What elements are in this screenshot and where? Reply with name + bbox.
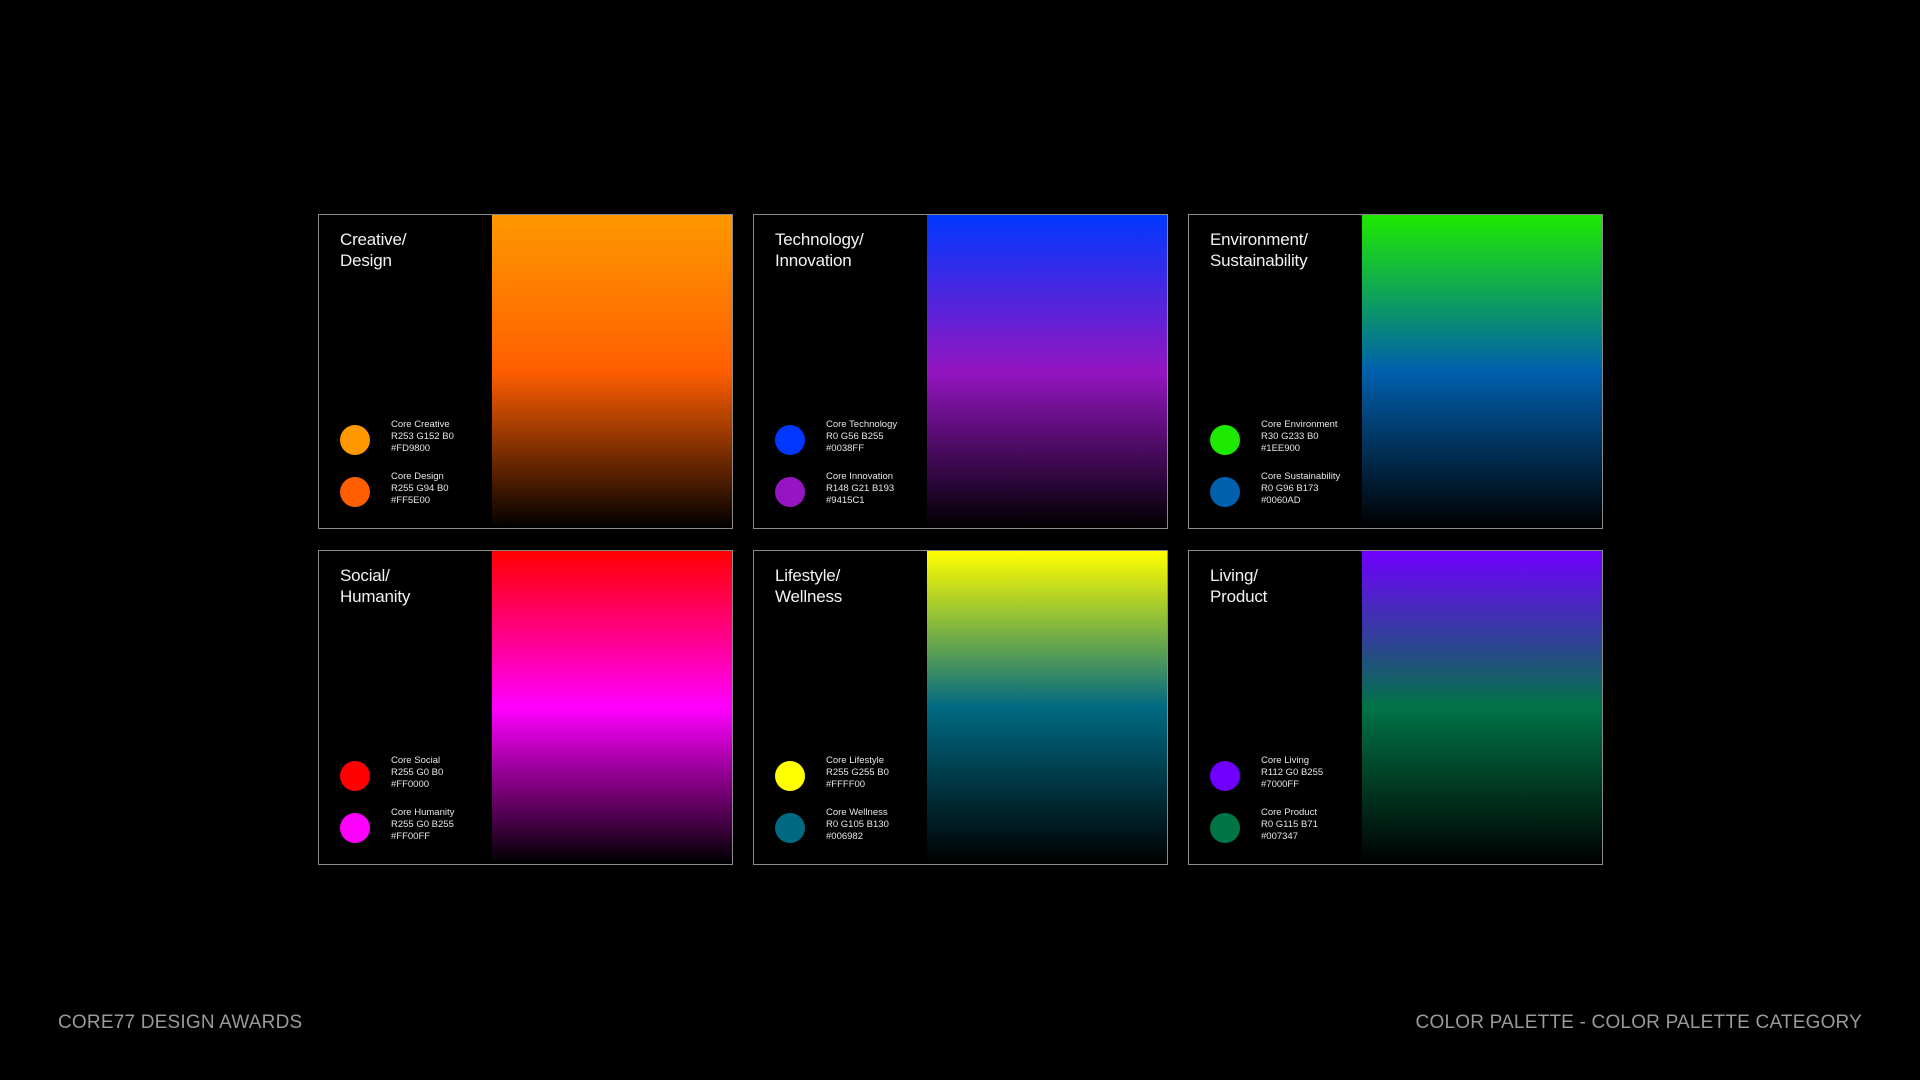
color-rgb: R255 G0 B255 [391,819,454,830]
color-info: Core Technology R0 G56 B255 #0038FF [826,419,897,455]
color-dot [775,761,805,791]
color-entry: Core Sustainability R0 G96 B173 #0060AD [1210,471,1370,511]
color-dot [340,813,370,843]
color-entry: Core Environment R30 G233 B0 #1EE900 [1210,419,1370,459]
gradient-swatch [492,215,732,528]
color-dot [340,761,370,791]
color-entry: Core Innovation R148 G21 B193 #9415C1 [775,471,935,511]
color-hex: #FF5E00 [391,495,431,506]
color-name: Core Creative [391,419,450,430]
color-name: Core Lifestyle [826,755,885,766]
brand-footer: CORE77 DESIGN AWARDS [58,1012,303,1033]
color-rgb: R0 G96 B173 [1261,483,1319,494]
color-info: Core Design R255 G94 B0 #FF5E00 [391,471,449,507]
palette-card-social-humanity: Social/ Humanity Core Social R255 G0 B0 … [318,550,733,865]
color-rgb: R255 G255 B0 [826,767,889,778]
color-dot [340,425,370,455]
card-title: Environment/ Sustainability [1210,230,1308,270]
color-entry: Core Living R112 G0 B255 #7000FF [1210,755,1370,795]
color-rgb: R30 G233 B0 [1261,431,1319,442]
color-rgb: R0 G105 B130 [826,819,889,830]
color-hex: #0038FF [826,443,865,454]
gradient-swatch [1362,215,1602,528]
color-info: Core Sustainability R0 G96 B173 #0060AD [1261,471,1340,507]
color-hex: #FFFF00 [826,779,866,790]
color-info: Core Product R0 G115 B71 #007347 [1261,807,1318,843]
card-title: Social/ Humanity [340,566,411,606]
palette-card-creative-design: Creative/ Design Core Creative R253 G152… [318,214,733,529]
card-title: Lifestyle/ Wellness [775,566,843,606]
color-dot [775,813,805,843]
color-name: Core Living [1261,755,1310,766]
color-dot [1210,477,1240,507]
color-hex: #FF00FF [391,831,431,842]
palette-grid: Creative/ Design Core Creative R253 G152… [318,214,1603,865]
color-name: Core Design [391,471,444,482]
color-name: Core Humanity [391,807,455,818]
color-name: Core Product [1261,807,1317,818]
gradient-swatch [927,215,1167,528]
color-rgb: R255 G94 B0 [391,483,449,494]
color-rgb: R0 G115 B71 [1261,819,1318,830]
color-entry: Core Wellness R0 G105 B130 #006982 [775,807,935,847]
color-name: Core Social [391,755,441,766]
palette-card-environment-sustainability: Environment/ Sustainability Core Environ… [1188,214,1603,529]
color-entry: Core Product R0 G115 B71 #007347 [1210,807,1370,847]
color-rgb: R148 G21 B193 [826,483,895,494]
color-hex: #007347 [1261,831,1298,842]
color-hex: #1EE900 [1261,443,1301,454]
color-hex: #FF0000 [391,779,430,790]
color-info: Core Innovation R148 G21 B193 #9415C1 [826,471,894,507]
color-rgb: R0 G56 B255 [826,431,884,442]
gradient-swatch [1362,551,1602,864]
color-dot [1210,813,1240,843]
color-rgb: R112 G0 B255 [1261,767,1324,778]
card-title: Creative/ Design [340,230,407,270]
color-entry: Core Creative R253 G152 B0 #FD9800 [340,419,500,459]
color-name: Core Technology [826,419,898,430]
color-entry: Core Social R255 G0 B0 #FF0000 [340,755,500,795]
color-name: Core Sustainability [1261,471,1341,482]
color-hex: #006982 [826,831,863,842]
palette-card-technology-innovation: Technology/ Innovation Core Technology R… [753,214,1168,529]
palette-card-living-product: Living/ Product Core Living R112 G0 B255… [1188,550,1603,865]
gradient-swatch [927,551,1167,864]
color-dot [340,477,370,507]
color-rgb: R255 G0 B0 [391,767,444,778]
color-info: Core Wellness R0 G105 B130 #006982 [826,807,889,843]
color-name: Core Environment [1261,419,1338,430]
card-title: Living/ Product [1210,566,1268,606]
color-info: Core Social R255 G0 B0 #FF0000 [391,755,443,791]
color-dot [775,425,805,455]
color-name: Core Wellness [826,807,888,818]
color-name: Core Innovation [826,471,894,482]
color-dot [775,477,805,507]
color-info: Core Lifestyle R255 G255 B0 #FFFF00 [826,755,889,791]
color-dot [1210,425,1240,455]
color-info: Core Environment R30 G233 B0 #1EE900 [1261,419,1338,455]
section-footer: COLOR PALETTE - COLOR PALETTE CATEGORY [1415,1012,1862,1033]
color-dot [1210,761,1240,791]
color-info: Core Creative R253 G152 B0 #FD9800 [391,419,454,455]
color-entry: Core Humanity R255 G0 B255 #FF00FF [340,807,500,847]
color-hex: #0060AD [1261,495,1301,506]
color-info: Core Living R112 G0 B255 #7000FF [1261,755,1323,791]
color-entry: Core Design R255 G94 B0 #FF5E00 [340,471,500,511]
color-entry: Core Technology R0 G56 B255 #0038FF [775,419,935,459]
color-entry: Core Lifestyle R255 G255 B0 #FFFF00 [775,755,935,795]
color-hex: #FD9800 [391,443,431,454]
card-title: Technology/ Innovation [775,230,864,270]
palette-card-lifestyle-wellness: Lifestyle/ Wellness Core Lifestyle R255 … [753,550,1168,865]
color-info: Core Humanity R255 G0 B255 #FF00FF [391,807,454,843]
gradient-swatch [492,551,732,864]
color-rgb: R253 G152 B0 [391,431,454,442]
color-hex: #9415C1 [826,495,865,506]
color-hex: #7000FF [1261,779,1300,790]
